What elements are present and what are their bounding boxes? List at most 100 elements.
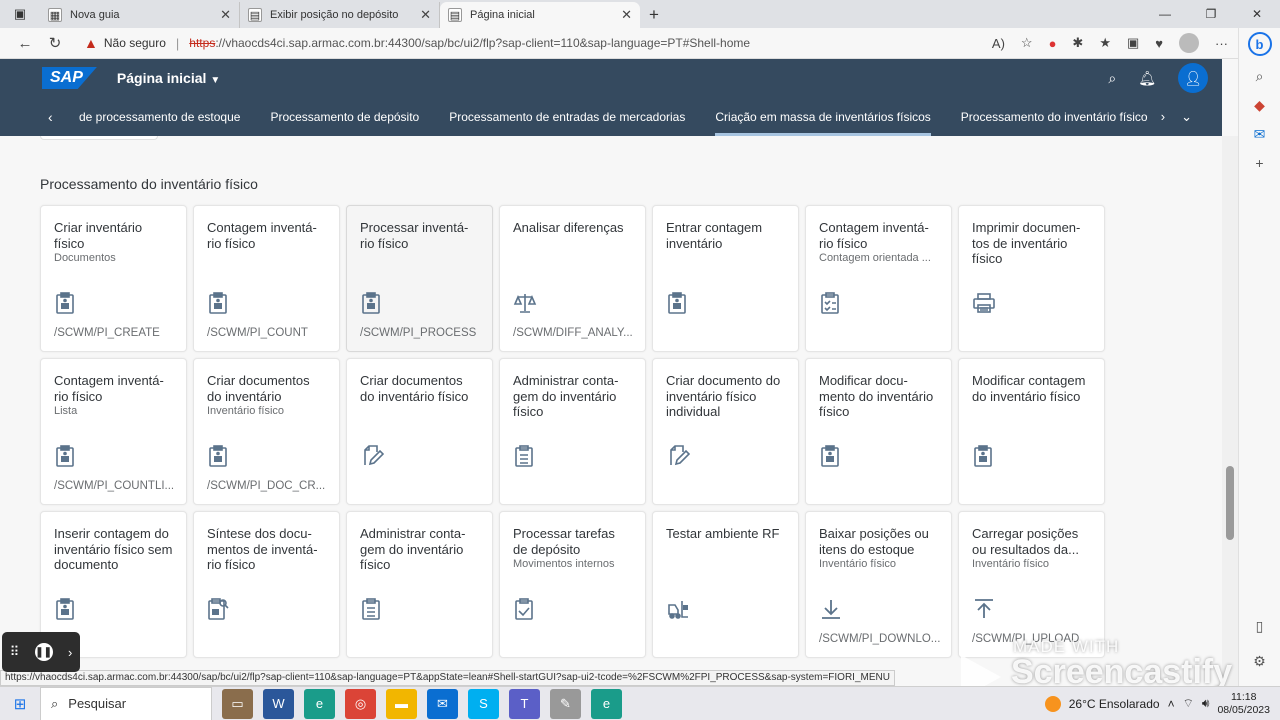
edit-document-icon (360, 444, 385, 468)
chrome-icon[interactable]: ◎ (345, 688, 376, 719)
extensions-icon[interactable]: ✱ (1072, 35, 1083, 51)
url-input[interactable]: https://vhaocds4ci.sap.armac.com.br:4430… (189, 36, 750, 50)
launchpad-tile[interactable]: Entrar contagem inventário (652, 205, 799, 352)
add-icon[interactable]: + (1255, 155, 1263, 171)
launchpad-tile[interactable]: Processar tarefas de depósito Movimentos … (499, 511, 646, 658)
launchpad-tile[interactable]: Processar inventá-rio físico/SCWM/PI_PRO… (346, 205, 493, 352)
read-aloud-icon[interactable]: A) (992, 36, 1005, 51)
back-icon[interactable]: ← (10, 35, 40, 52)
drag-handle-icon[interactable]: ⠿ (10, 644, 20, 660)
chevron-down-icon[interactable]: ⌄ (1181, 109, 1192, 125)
new-tab-button[interactable]: + (640, 2, 668, 28)
launchpad-tile[interactable]: Imprimir documen-tos de inventário físic… (958, 205, 1105, 352)
pause-icon[interactable]: ❚❚ (34, 643, 53, 661)
browser-tab-2[interactable]: ▤ Página inicial ✕ (440, 2, 640, 28)
network-icon[interactable]: ⌔ (1183, 696, 1194, 711)
outlook-icon[interactable]: ✉ (1254, 126, 1266, 143)
address-bar: ← ↻ ▲ Não seguro | https://vhaocds4ci.sa… (0, 28, 1238, 59)
search-icon[interactable]: ⌕ (1256, 68, 1264, 85)
window-controls: — ❐ ✕ (1142, 0, 1280, 28)
search-icon[interactable]: ⌕ (1108, 70, 1116, 87)
clipboard-icon-svg (56, 445, 74, 467)
launchpad-tile[interactable]: Analisar diferenças/SCWM/DIFF_ANALY... (499, 205, 646, 352)
collections-icon[interactable]: ▣ (1127, 35, 1139, 51)
minimize-icon[interactable]: — (1142, 0, 1188, 28)
windows-start-icon[interactable]: ⊞ (0, 695, 40, 713)
tab-actions-icon[interactable]: ▣ (0, 0, 40, 28)
refresh-icon[interactable]: ↻ (40, 34, 70, 52)
clock[interactable]: 11:18 08/05/2023 (1217, 691, 1270, 717)
launchpad-tile[interactable]: Testar ambiente RF (652, 511, 799, 658)
skype-icon[interactable]: S (468, 688, 499, 719)
icon-shape (61, 456, 69, 462)
user-avatar-button[interactable]: 👤︎ (1178, 63, 1208, 93)
app-icon[interactable]: ✎ (550, 688, 581, 719)
taskbar-search[interactable]: ⌕ Pesquisar (40, 686, 212, 720)
clipboard-icon (54, 597, 76, 621)
file-explorer-icon[interactable]: ▬ (386, 688, 417, 719)
expand-arrow-icon[interactable]: › (68, 645, 72, 660)
bing-icon[interactable]: b (1247, 32, 1272, 56)
anchor-item-selected[interactable]: Criação em massa de inventários físicos (700, 97, 945, 136)
office-icon[interactable]: ◆ (1254, 97, 1265, 114)
profile-avatar[interactable] (1179, 33, 1199, 53)
launchpad-tile[interactable]: Administrar conta-gem do inventário físi… (346, 511, 493, 658)
volume-icon[interactable]: 🔊︎ (1202, 696, 1210, 711)
favorite-add-icon[interactable]: ☆ (1021, 35, 1033, 51)
mail-icon[interactable]: ✉ (427, 688, 458, 719)
weather-text[interactable]: 26°C Ensolarado (1069, 697, 1160, 711)
word-icon[interactable]: W (263, 688, 294, 719)
anchor-item[interactable]: Processamento de depósito (255, 97, 434, 136)
clipboard-search-icon (207, 597, 229, 621)
shell-title-menu[interactable]: Página inicial ▼ (117, 70, 220, 86)
anchor-item[interactable]: de processamento de estoque (64, 97, 255, 136)
launchpad-tile[interactable]: Síntese dos docu-mentos de inventá-rio f… (193, 511, 340, 658)
scroll-right-icon[interactable]: › (1161, 109, 1165, 124)
browser-tab-0[interactable]: ▦ Nova guia ✕ (40, 2, 240, 28)
split-screen-icon[interactable]: ▯ (1256, 618, 1264, 635)
page-scrollbar[interactable] (1222, 136, 1238, 686)
edge-icon[interactable]: e (304, 688, 335, 719)
more-options-icon[interactable]: ··· (1215, 36, 1228, 51)
teams-icon[interactable]: T (509, 688, 540, 719)
launchpad-tile[interactable]: Baixar posições ou itens do estoque Inven… (805, 511, 952, 658)
extension-icon[interactable]: ● (1049, 36, 1057, 51)
launchpad-tile[interactable]: Criar inventário físico Documentos/SCWM/P… (40, 205, 187, 352)
icon-shape (822, 600, 840, 619)
tile-title: Criar documentos do inventário (207, 373, 310, 404)
list-clipboard-icon-svg (515, 445, 533, 467)
sap-logo[interactable]: SAP (42, 67, 97, 89)
browser-essentials-icon[interactable]: ♥ (1155, 36, 1163, 51)
launchpad-tile[interactable]: Contagem inventá-rio físico/SCWM/PI_COUN… (193, 205, 340, 352)
launchpad-tile[interactable]: Modificar docu-mento do inventário físic… (805, 358, 952, 505)
launchpad-tile[interactable]: Modificar contagem do inventário físico (958, 358, 1105, 505)
favorites-icon[interactable]: ★ (1099, 35, 1111, 51)
notification-bell-icon[interactable]: 🔔︎ (1138, 70, 1156, 87)
launchpad-tile[interactable]: Contagem inventá-rio físico Contagem orie… (805, 205, 952, 352)
task-view-icon[interactable]: ▭ (222, 688, 253, 719)
launchpad-tile[interactable]: Carregar posições ou resultados da... Inv… (958, 511, 1105, 658)
close-icon[interactable]: ✕ (420, 7, 431, 23)
launchpad-tile[interactable]: Contagem inventá-rio físico Lista/SCWM/PI… (40, 358, 187, 505)
settings-icon[interactable]: ⚙ (1253, 653, 1266, 670)
icon-shape (63, 298, 67, 303)
close-icon[interactable]: ✕ (621, 7, 632, 23)
launchpad-tile[interactable]: Administrar conta-gem do inventário físi… (499, 358, 646, 505)
system-tray: 26°C Ensolarado ˄ ⌔ 🔊︎ 11:18 08/05/2023 (1044, 691, 1280, 717)
security-indicator[interactable]: ▲ Não seguro (84, 35, 166, 51)
tray-chevron-icon[interactable]: ˄ (1168, 697, 1175, 711)
launchpad-tile[interactable]: Criar documentos do inventário Inventário… (193, 358, 340, 505)
anchor-item[interactable]: Processamento de entradas de mercadorias (434, 97, 700, 136)
scroll-left-icon[interactable]: ‹ (48, 109, 64, 125)
scrollbar-thumb[interactable] (1226, 466, 1234, 540)
browser-tab-1[interactable]: ▤ Exibir posição no depósito ✕ (240, 2, 440, 28)
tile-title: Testar ambiente RF (666, 526, 780, 541)
edge-sidebar: b ⌕ ◆ ✉ + ▯ ⚙ (1238, 28, 1280, 686)
anchor-item[interactable]: Processamento do inventário físico (946, 97, 1163, 136)
launchpad-tile[interactable]: Criar documento do inventário físico ind… (652, 358, 799, 505)
maximize-icon[interactable]: ❐ (1188, 0, 1234, 28)
close-icon[interactable]: ✕ (220, 7, 231, 23)
edge-active-icon[interactable]: e (591, 688, 622, 719)
close-window-icon[interactable]: ✕ (1234, 0, 1280, 28)
launchpad-tile[interactable]: Criar documentos do inventário físico (346, 358, 493, 505)
